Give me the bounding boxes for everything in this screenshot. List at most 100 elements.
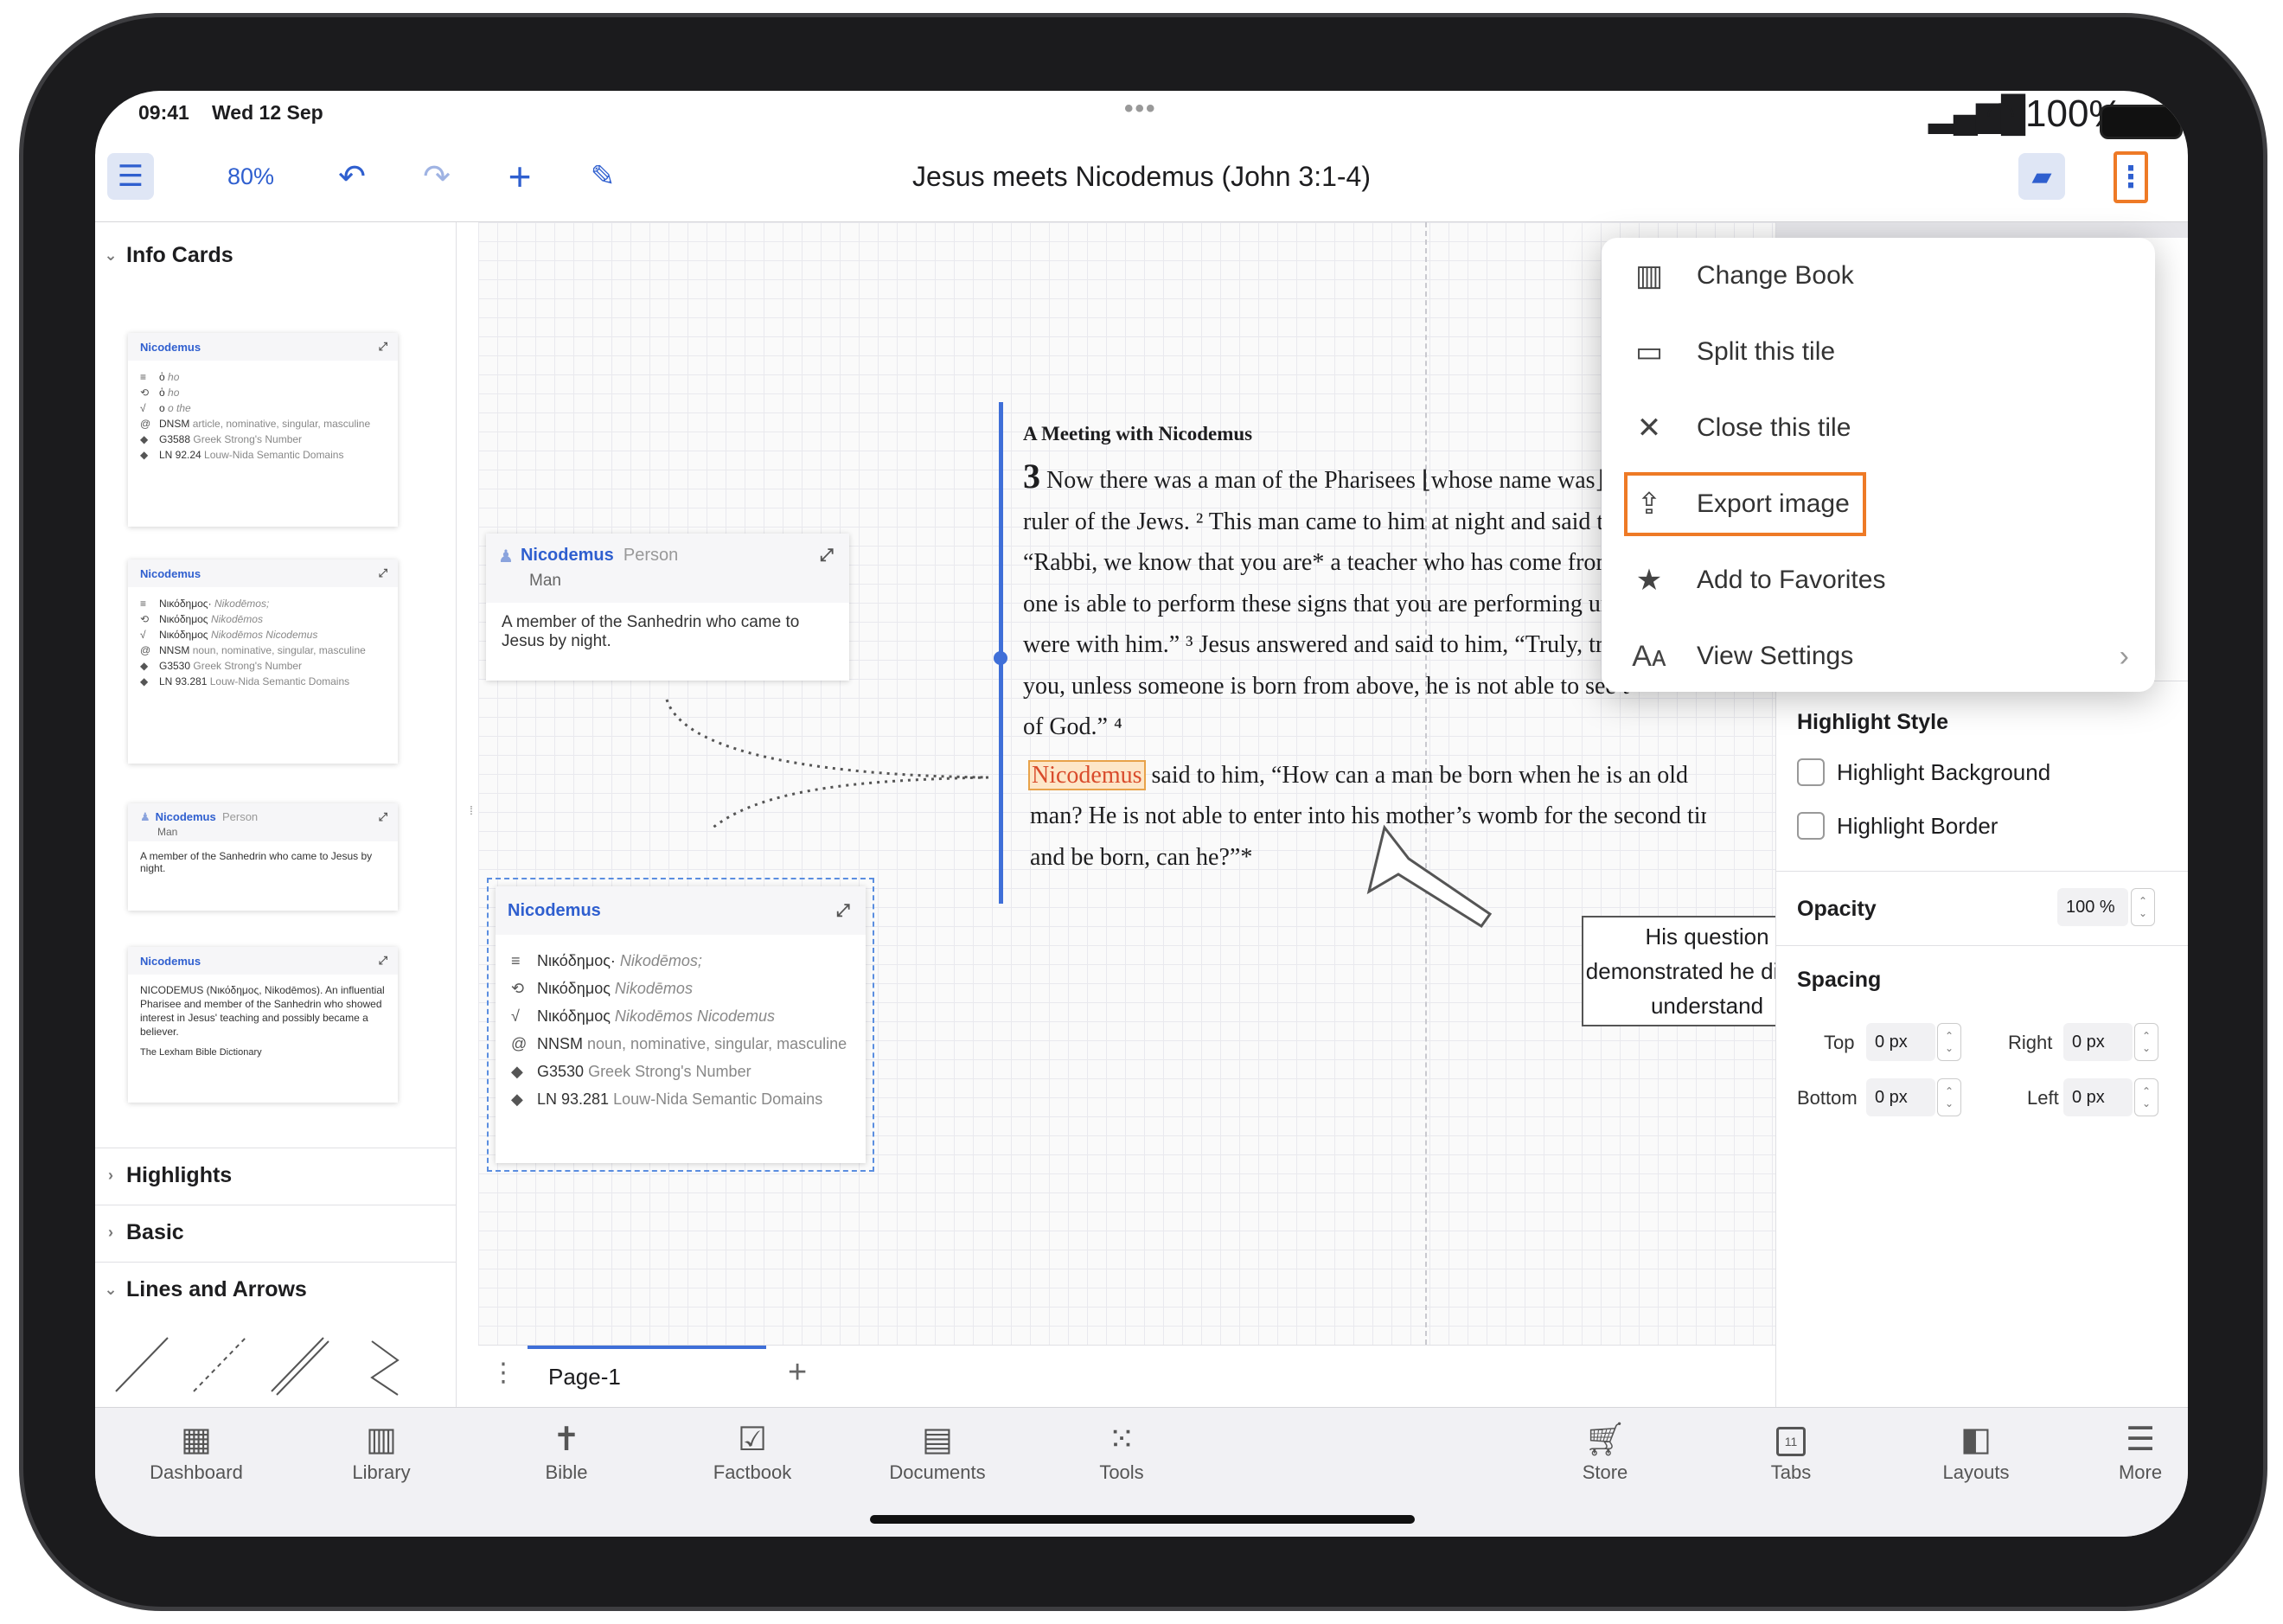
tab-tabs[interactable]: 11 Tabs (1726, 1418, 1856, 1484)
highlighted-word[interactable]: Nicodemus (1028, 759, 1146, 790)
info-card-2[interactable]: Nicodemus ⤢ ≡ Νικόδημος· Nikodēmos; ⟲ Νικόδ… (128, 559, 398, 764)
menu-item-export-image[interactable]: ⇪ Export image (1602, 466, 2155, 542)
row-value: LN 93.281 (537, 1090, 610, 1108)
add-icon[interactable]: + (496, 153, 543, 200)
highlights-label: Highlights (126, 1163, 233, 1187)
row-value: ὁ (159, 387, 165, 399)
tools-icon: ⁙ (1108, 1422, 1135, 1458)
row-note: o the (168, 402, 191, 414)
menu-label: Change Book (1697, 261, 1854, 290)
checkbox[interactable] (1797, 812, 1825, 840)
chevron-right-icon: › (108, 1167, 113, 1184)
page-options-icon[interactable]: ⋮ (490, 1358, 516, 1388)
tab-more[interactable]: ☰ More (2097, 1418, 2184, 1484)
undo-icon[interactable]: ↶ (329, 153, 375, 200)
redo-icon[interactable]: ↷ (413, 153, 460, 200)
tab-store[interactable]: 🛒︎ Store (1540, 1418, 1670, 1484)
status-date: Wed 12 Sep (212, 101, 323, 124)
zoom-level[interactable]: 80% (208, 153, 294, 200)
menu-item-view-settings[interactable]: Aᴀ View Settings › (1602, 618, 2155, 694)
info-card-1[interactable]: Nicodemus ⤢ ≡ ὁ ho ⟲ ὁ ho √ ο o the @ DNSM ar… (128, 333, 398, 527)
canvas[interactable]: ⁞ ♟ Nicodemus Person ⤢ Man A member of the… (470, 222, 1832, 1407)
resize-handle[interactable] (994, 651, 1007, 665)
row-note: noun, nominative, singular, masculine (587, 1035, 847, 1052)
menu-item-split-tile[interactable]: ▭ Split this tile (1602, 314, 2155, 390)
multitask-dots-icon[interactable]: ••• (1124, 94, 1157, 124)
spacing-top-input[interactable]: 0 px (1866, 1023, 1935, 1061)
arrow-shape[interactable] (1360, 819, 1516, 931)
chevron-right-icon: › (108, 1224, 113, 1241)
tab-documents[interactable]: ▤ Documents (873, 1418, 1002, 1484)
basic-section[interactable]: › Basic (95, 1205, 457, 1260)
highlight-background-label: Highlight Background (1837, 758, 2051, 785)
row-note: Greek Strong's Number (588, 1063, 751, 1080)
tab-label: Dashboard (150, 1461, 243, 1483)
diamond-icon: ◆ (140, 449, 149, 461)
checkbox[interactable] (1797, 758, 1825, 786)
add-page-icon[interactable]: + (788, 1354, 807, 1391)
spacing-bottom-stepper[interactable]: ⌃ ⌄ (1937, 1078, 1961, 1116)
dashed-line-icon (193, 1337, 246, 1392)
tab-bible[interactable]: ✝ Bible (502, 1418, 631, 1484)
more-options-icon[interactable]: ⋮ (2114, 151, 2148, 203)
opacity-input[interactable]: 100 % (2057, 888, 2128, 926)
row-value: ὁ (159, 371, 165, 383)
spacing-top-stepper[interactable]: ⌃ ⌄ (1937, 1023, 1961, 1061)
line-shapes[interactable] (112, 1329, 441, 1398)
tab-layouts[interactable]: ◧ Layouts (1911, 1418, 2041, 1484)
tab-label: Library (352, 1461, 411, 1483)
spacing-left-stepper[interactable]: ⌃ ⌄ (2134, 1078, 2158, 1116)
status-bar: 09:41 Wed 12 Sep ••• ▂▄▆█ ◠ 100% (95, 91, 2188, 139)
highlights-section[interactable]: › Highlights (95, 1148, 457, 1203)
bookmark-panel-icon[interactable]: ▰ (2018, 153, 2065, 200)
spacing-bottom-input[interactable]: 0 px (1866, 1078, 1935, 1116)
tab-tools[interactable]: ⁙ Tools (1057, 1418, 1186, 1484)
drag-handle-icon[interactable]: ⁞ (470, 803, 473, 817)
info-card-4[interactable]: Nicodemus ⤢ NICODEMUS (Νικόδημος, Nikodēm… (128, 947, 398, 1103)
lemma-icon: ≡ (511, 952, 521, 969)
row-value: NNSM (159, 644, 190, 656)
card-description: A member of the Sanhedrin who came to Je… (502, 613, 800, 650)
spacing-right-input[interactable]: 0 px (2063, 1023, 2133, 1061)
tab-factbook[interactable]: ☑ Factbook (687, 1418, 817, 1484)
solid-line-icon (115, 1337, 169, 1392)
row-note: Greek Strong's Number (193, 660, 303, 672)
row-note: Nikodēmos (614, 980, 693, 997)
resize-icon[interactable]: ⤢ (379, 340, 387, 354)
menu-item-change-book[interactable]: ▥ Change Book (1602, 238, 2155, 314)
info-cards-section[interactable]: ⌄ Info Cards (95, 240, 457, 271)
at-icon: @ (140, 418, 151, 430)
factbook-icon: ☑ (737, 1422, 768, 1458)
diamond-icon: ◆ (511, 1063, 523, 1080)
menu-item-close-tile[interactable]: ✕ Close this tile (1602, 390, 2155, 466)
spacing-right-stepper[interactable]: ⌃ ⌄ (2134, 1023, 2158, 1061)
resize-icon[interactable]: ⤢ (379, 810, 387, 824)
resize-icon[interactable]: ⤢ (379, 566, 387, 580)
resize-icon[interactable]: ⤢ (836, 901, 850, 921)
at-icon: @ (511, 1035, 528, 1052)
toolbar: ☰ 80% ↶ ↷ + ✎ Jesus meets Nicodemus (Joh… (95, 134, 2188, 222)
tab-library[interactable]: ▥ Library (317, 1418, 446, 1484)
opacity-stepper[interactable]: ⌃ ⌄ (2131, 888, 2155, 926)
tab-label: More (2118, 1461, 2163, 1483)
lines-arrows-section[interactable]: ⌄ Lines and Arrows (95, 1262, 457, 1317)
highlight-background-option[interactable]: Highlight Background (1797, 758, 2050, 786)
tab-label: Bible (545, 1461, 588, 1483)
spacing-left-input[interactable]: 0 px (2063, 1078, 2133, 1116)
menu-item-add-favorites[interactable]: ★ Add to Favorites (1602, 542, 2155, 618)
resize-icon[interactable]: ⤢ (820, 546, 834, 566)
screen: 09:41 Wed 12 Sep ••• ▂▄▆█ ◠ 100% ☰ 80% ↶… (95, 91, 2188, 1537)
resize-icon[interactable]: ⤢ (379, 954, 387, 968)
highlight-border-option[interactable]: Highlight Border (1797, 812, 1998, 840)
pen-icon[interactable]: ✎ (579, 153, 626, 200)
info-card-3[interactable]: ♟ Nicodemus Person ⤢ Man A member of the S… (128, 803, 398, 911)
sqrt-icon: √ (140, 402, 146, 414)
page-tab[interactable]: Page-1 (528, 1346, 766, 1408)
word-card[interactable]: Nicodemus ⤢ ≡ Νικόδημος· Nikodēmos; ⟲ Νικόδ… (496, 886, 866, 1163)
menu-icon[interactable]: ☰ (107, 153, 154, 200)
basic-label: Basic (126, 1220, 184, 1244)
card-type: Person (221, 810, 259, 823)
row-value: Νικόδημος (159, 613, 208, 625)
tab-dashboard[interactable]: ▦ Dashboard (131, 1418, 261, 1484)
person-card[interactable]: ♟ Nicodemus Person ⤢ Man A member of the S… (486, 534, 849, 681)
